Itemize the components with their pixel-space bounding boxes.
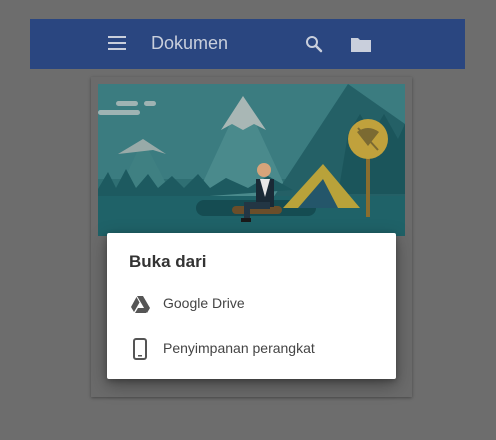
folder-icon[interactable] bbox=[350, 34, 372, 54]
option-label: Penyimpanan perangkat bbox=[163, 340, 315, 356]
google-drive-icon bbox=[129, 293, 151, 315]
menu-icon[interactable] bbox=[108, 36, 126, 50]
option-device-storage[interactable]: Penyimpanan perangkat bbox=[107, 328, 396, 370]
phone-icon bbox=[129, 338, 151, 360]
app-title: Dokumen bbox=[151, 33, 229, 53]
app-bar: Dokumen bbox=[30, 19, 465, 69]
option-label: Google Drive bbox=[163, 295, 245, 311]
open-from-dialog: Buka dari Google Drive Penyimpanan peran… bbox=[107, 233, 396, 379]
search-icon[interactable] bbox=[304, 34, 324, 54]
header-illustration bbox=[98, 84, 405, 236]
dialog-title: Buka dari bbox=[129, 252, 207, 271]
option-google-drive[interactable]: Google Drive bbox=[107, 283, 396, 325]
